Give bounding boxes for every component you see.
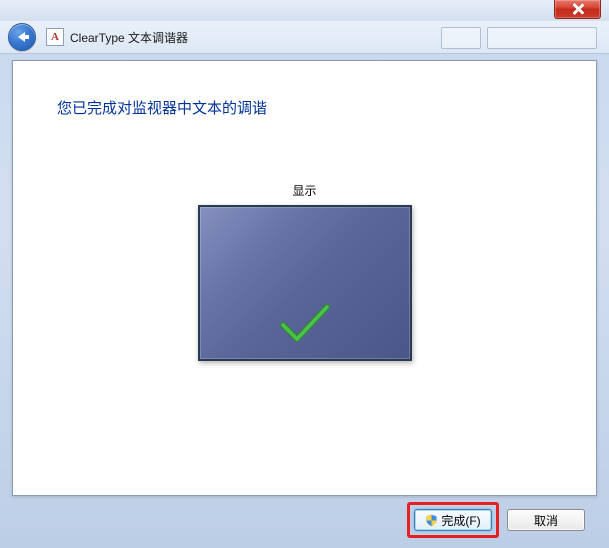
content-pane: 您已完成对监视器中文本的调谐 显示 xyxy=(12,60,597,496)
titlebar xyxy=(0,0,609,21)
finish-button-label: 完成(F) xyxy=(441,512,480,529)
cancel-button[interactable]: 取消 xyxy=(507,509,585,531)
app-icon: A xyxy=(46,28,64,46)
finish-button[interactable]: 完成(F) xyxy=(414,509,492,531)
close-button[interactable] xyxy=(554,0,601,19)
page-heading: 您已完成对监视器中文本的调谐 xyxy=(13,61,596,118)
back-button[interactable] xyxy=(8,23,36,51)
app-title: ClearType 文本调谐器 xyxy=(70,29,188,46)
footer: 完成(F) 取消 xyxy=(12,500,597,540)
back-arrow-icon xyxy=(18,32,25,42)
finish-highlight: 完成(F) xyxy=(407,502,499,538)
close-icon xyxy=(571,2,585,16)
shield-icon xyxy=(425,514,438,527)
monitor-preview xyxy=(198,205,412,361)
checkmark-icon xyxy=(277,301,333,347)
cancel-button-label: 取消 xyxy=(534,512,558,529)
navbar: A ClearType 文本调谐器 xyxy=(0,21,609,54)
nav-background-controls xyxy=(441,27,597,49)
window-frame: A ClearType 文本调谐器 您已完成对监视器中文本的调谐 显示 xyxy=(0,0,609,548)
display-label: 显示 xyxy=(13,182,596,199)
